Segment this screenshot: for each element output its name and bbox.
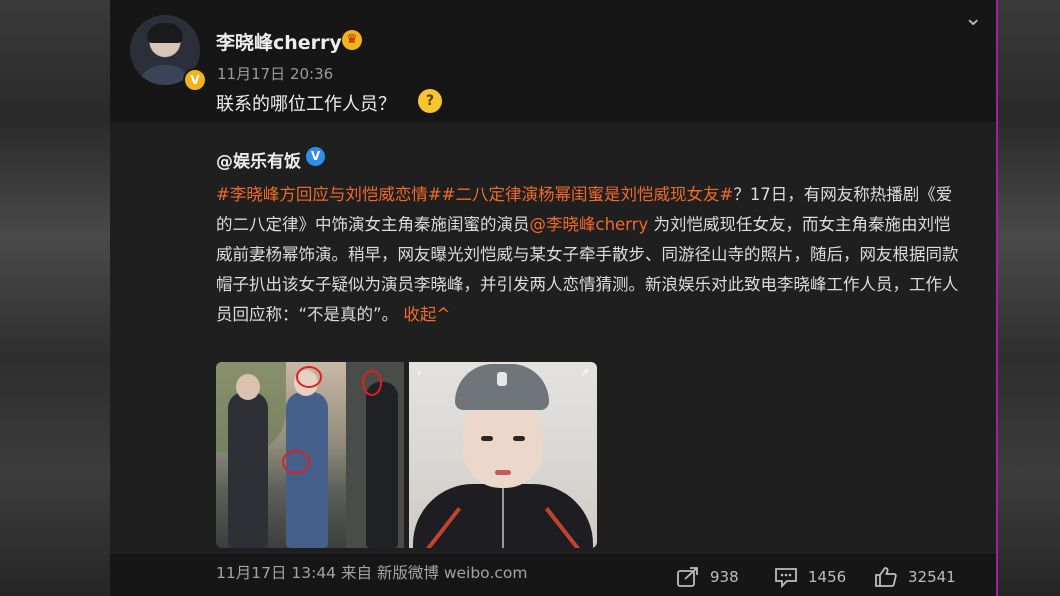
like-icon [875, 567, 897, 587]
avatar-hair [147, 23, 183, 43]
post-timestamp[interactable]: 11月17日 20:36 [217, 63, 333, 84]
photo-person [228, 392, 268, 548]
blurred-background-left [0, 0, 110, 596]
verified-badge-icon: V [183, 68, 207, 92]
highlight-circle [296, 366, 322, 388]
share-icon [677, 567, 698, 587]
quoted-meta: 11月17日 13:44 来自 新版微博 weibo.com [216, 564, 528, 582]
quoted-post-body: #李晓峰方回应与刘恺威恋情##二八定律演杨幂闺蜜是刘恺威现女友#？17日，有网友… [216, 180, 960, 330]
quoted-author[interactable]: @娱乐有饭 [216, 147, 301, 172]
frame-divider [996, 0, 998, 596]
crown-icon: ♛ [342, 30, 362, 50]
photo-person [366, 382, 398, 548]
hashtag-link[interactable]: #李晓峰方回应与刘恺威恋情# [216, 185, 442, 204]
verified-badge-icon: V [306, 147, 325, 166]
expand-icon[interactable]: ↗ [580, 366, 589, 379]
mention-link[interactable]: @李晓峰cherry [530, 215, 649, 234]
post-photo-street[interactable] [216, 362, 404, 548]
photo-eye [513, 436, 525, 441]
like-count: 32541 [908, 568, 956, 586]
photo-person-head [236, 374, 260, 400]
photo-lips [495, 470, 511, 475]
photo-cap [455, 364, 549, 410]
username[interactable]: 李晓峰cherry [216, 28, 342, 55]
photo-zipper [502, 486, 504, 548]
like-button[interactable]: 32541 [874, 566, 956, 588]
highlight-circle [282, 450, 310, 474]
comment-button[interactable]: 1456 [774, 566, 846, 588]
thinking-emoji-icon: ? [418, 89, 442, 113]
post-photo-portrait[interactable]: ‹ ↗ [409, 362, 597, 548]
collapse-link[interactable]: 收起^ [403, 305, 450, 324]
hashtag-link[interactable]: #二八定律演杨幂闺蜜是刘恺威现女友# [442, 185, 734, 204]
highlight-circle [362, 370, 382, 396]
chevron-down-icon[interactable]: ⌄ [964, 6, 982, 31]
blurred-background-right [996, 0, 1060, 596]
share-button[interactable]: 938 [676, 566, 739, 588]
photo-cap-logo [497, 372, 507, 386]
chevron-left-icon[interactable]: ‹ [417, 366, 421, 379]
photo-eye [481, 436, 493, 441]
share-count: 938 [710, 568, 739, 586]
comment-icon [775, 568, 797, 588]
comment-count: 1456 [808, 568, 847, 586]
post-text: 联系的哪位工作人员？ [216, 94, 396, 115]
